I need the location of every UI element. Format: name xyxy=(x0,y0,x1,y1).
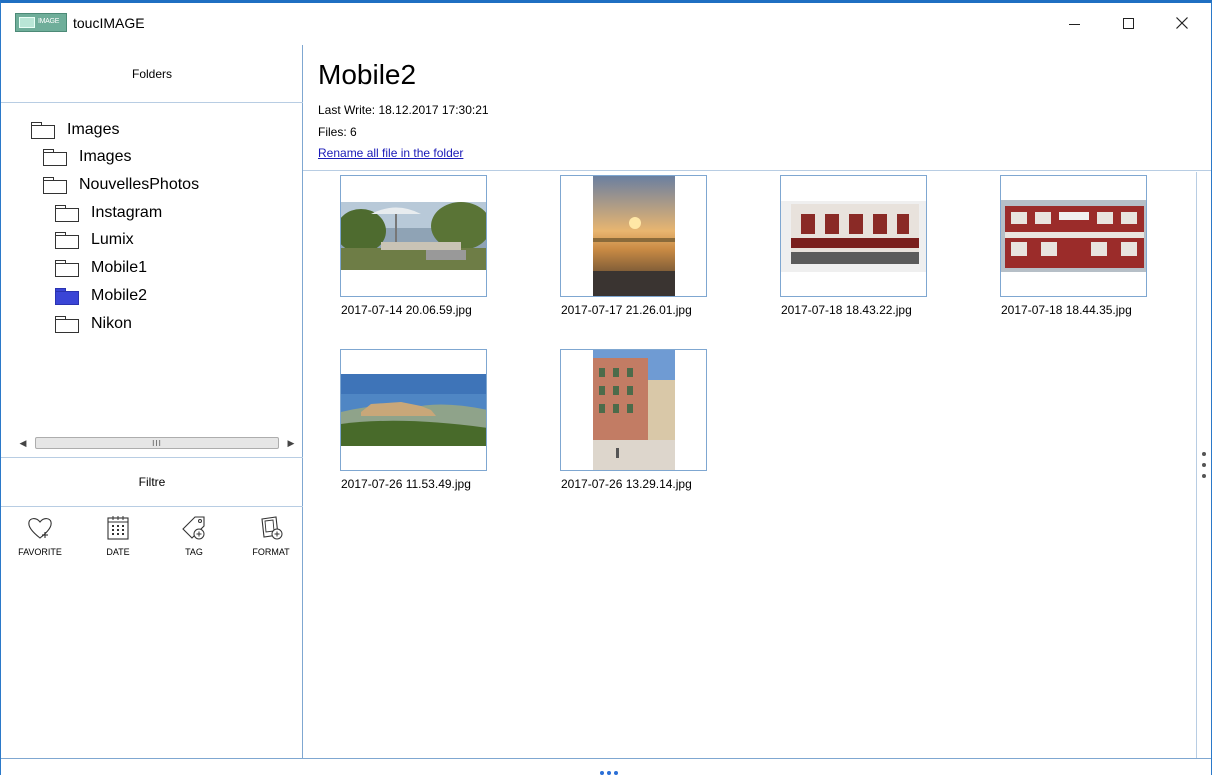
tree-item-images[interactable]: Images xyxy=(43,145,131,169)
folder-icon xyxy=(43,176,67,194)
tree-item-label: Images xyxy=(79,148,132,165)
last-write-text: Last Write: 18.12.2017 17:30:21 xyxy=(318,103,489,117)
image-gallery: 2017-07-14 20.06.59.jpg 2017-07-17 21.26… xyxy=(303,172,1196,758)
tree-item-label: Mobile1 xyxy=(91,259,148,276)
vertical-splitter[interactable] xyxy=(1196,172,1211,758)
folder-tree[interactable]: Images Images NouvellesPhotos Instagram … xyxy=(1,103,303,433)
tree-item-nouvellesphotos[interactable]: NouvellesPhotos xyxy=(43,173,199,197)
tree-item-images-root[interactable]: Images xyxy=(31,118,119,142)
tree-horizontal-scrollbar[interactable]: ◀ III ▶ xyxy=(15,435,301,451)
thumbnail-filename: 2017-07-14 20.06.59.jpg xyxy=(341,303,472,317)
title-bar[interactable]: IMAGE toucIMAGE xyxy=(1,3,1211,45)
filter-format-button[interactable]: FORMAT xyxy=(239,513,303,575)
window-title: toucIMAGE xyxy=(73,15,145,31)
tree-item-label: Instagram xyxy=(91,204,163,221)
folder-selected-icon xyxy=(55,287,79,305)
horizontal-splitter[interactable] xyxy=(1,758,1211,775)
tree-item-mobile2[interactable]: Mobile2 xyxy=(55,284,147,308)
folder-icon xyxy=(55,204,79,222)
thumbnail-image[interactable] xyxy=(780,175,927,297)
scrollbar-thumb[interactable]: III xyxy=(35,437,279,449)
thumbnail-image[interactable] xyxy=(560,175,707,297)
thumbnail-image[interactable] xyxy=(560,349,707,471)
image-thumbnail[interactable]: 2017-07-18 18.43.22.jpg xyxy=(743,175,927,317)
calendar-icon xyxy=(107,516,129,540)
image-thumbnail[interactable]: 2017-07-26 11.53.49.jpg xyxy=(303,349,487,491)
tree-item-label: Images xyxy=(67,121,120,138)
left-panel: Folders Images Images NouvellesPhotos In… xyxy=(1,45,303,758)
maximize-icon xyxy=(1122,17,1134,29)
app-logo-icon: IMAGE xyxy=(15,13,67,32)
splitter-grip-icon xyxy=(1202,452,1207,485)
thumbnail-filename: 2017-07-17 21.26.01.jpg xyxy=(561,303,692,317)
folder-title: Mobile2 xyxy=(318,59,417,90)
thumbnail-filename: 2017-07-18 18.43.22.jpg xyxy=(781,303,912,317)
folder-info-header: Mobile2 Last Write: 18.12.2017 17:30:21 … xyxy=(303,45,1211,171)
filter-label: FORMAT xyxy=(252,547,290,557)
tree-item-mobile1[interactable]: Mobile1 xyxy=(55,256,147,280)
image-thumbnail[interactable]: 2017-07-17 21.26.01.jpg xyxy=(523,175,707,317)
folder-icon xyxy=(55,259,79,277)
thumbnail-image[interactable] xyxy=(340,175,487,297)
folder-icon xyxy=(55,231,79,249)
tree-item-nikon[interactable]: Nikon xyxy=(55,312,132,336)
app-window: IMAGE toucIMAGE Folders Images Images No… xyxy=(0,0,1212,775)
thumbnail-filename: 2017-07-26 13.29.14.jpg xyxy=(561,477,692,491)
close-button[interactable] xyxy=(1159,3,1205,43)
filter-header: Filtre xyxy=(1,457,303,507)
maximize-button[interactable] xyxy=(1105,3,1151,43)
filter-label: TAG xyxy=(185,547,203,557)
filter-toolbar: FAVORITE DATE TAG FORMAT xyxy=(1,513,303,583)
main-panel: Mobile2 Last Write: 18.12.2017 17:30:21 … xyxy=(303,45,1211,758)
tree-item-label: Mobile2 xyxy=(91,287,148,304)
tree-item-label: Lumix xyxy=(91,231,134,248)
folder-icon xyxy=(43,148,67,166)
filter-tag-button[interactable]: TAG xyxy=(162,513,226,575)
image-thumbnail[interactable]: 2017-07-26 13.29.14.jpg xyxy=(523,349,707,491)
tag-plus-icon xyxy=(182,516,205,540)
tree-item-lumix[interactable]: Lumix xyxy=(55,228,134,252)
tree-item-label: NouvellesPhotos xyxy=(79,176,200,193)
thumbnail-image[interactable] xyxy=(340,349,487,471)
heart-plus-icon xyxy=(28,518,52,539)
filter-label: FAVORITE xyxy=(18,547,62,557)
scroll-right-arrow-icon[interactable]: ▶ xyxy=(283,435,299,451)
scroll-left-arrow-icon[interactable]: ◀ xyxy=(15,435,31,451)
thumbnail-image[interactable] xyxy=(1000,175,1147,297)
tree-item-label: Nikon xyxy=(91,315,132,332)
tree-item-instagram[interactable]: Instagram xyxy=(55,201,162,225)
filter-favorite-button[interactable]: FAVORITE xyxy=(8,513,72,575)
close-icon xyxy=(1176,17,1188,29)
filter-label: DATE xyxy=(106,547,130,557)
format-plus-icon xyxy=(261,516,283,540)
minimize-button[interactable] xyxy=(1051,3,1097,43)
image-thumbnail[interactable]: 2017-07-14 20.06.59.jpg xyxy=(303,175,487,317)
splitter-grip-icon xyxy=(600,771,621,775)
folder-icon xyxy=(55,315,79,333)
image-thumbnail[interactable]: 2017-07-18 18.44.35.jpg xyxy=(963,175,1147,317)
minimize-icon xyxy=(1068,23,1080,25)
folders-header: Folders xyxy=(1,45,303,103)
thumbnail-filename: 2017-07-18 18.44.35.jpg xyxy=(1001,303,1132,317)
rename-all-link[interactable]: Rename all file in the folder xyxy=(318,146,463,160)
filter-date-button[interactable]: DATE xyxy=(86,513,150,575)
thumbnail-filename: 2017-07-26 11.53.49.jpg xyxy=(341,477,471,491)
folder-icon xyxy=(31,121,55,139)
file-count-text: Files: 6 xyxy=(318,125,357,139)
